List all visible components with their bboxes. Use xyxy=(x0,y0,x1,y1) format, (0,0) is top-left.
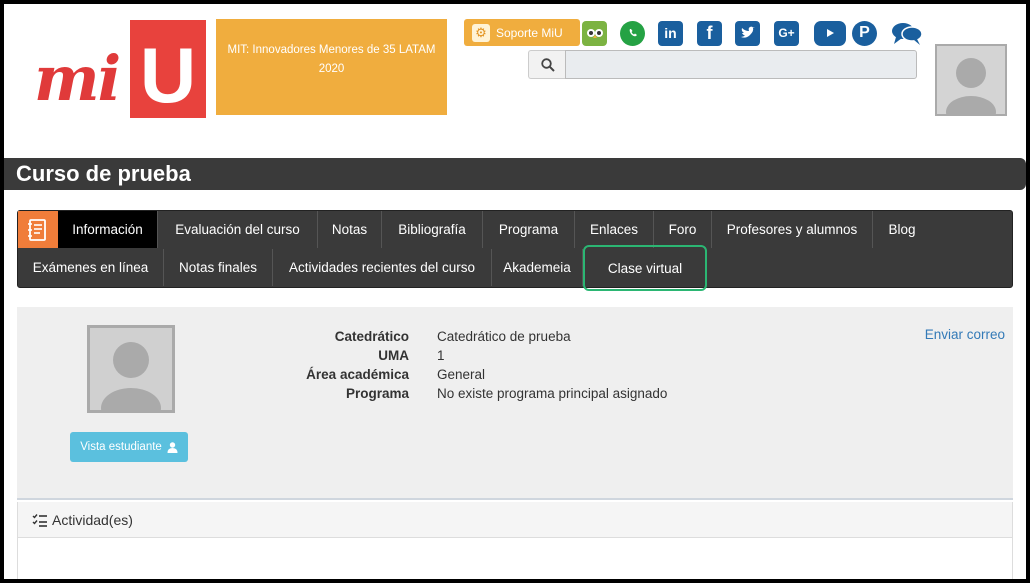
support-button[interactable]: ⚙ Soporte MiU xyxy=(464,19,580,46)
miu-logo[interactable]: mi U xyxy=(30,20,208,120)
logo-u-text: U xyxy=(139,31,197,119)
tab-notas[interactable]: Notas xyxy=(318,211,382,248)
user-avatar[interactable] xyxy=(935,44,1007,128)
info-value: No existe programa principal asignado xyxy=(437,386,668,401)
course-title-bar: Curso de prueba xyxy=(4,158,1026,190)
info-row-programa: Programa No existe programa principal as… xyxy=(287,384,667,403)
tab-akademeia[interactable]: Akademeia xyxy=(492,249,583,286)
browser-viewport: mi U MIT: Innovadores Menores de 35 LATA… xyxy=(4,4,1026,579)
twitter-icon[interactable] xyxy=(735,19,760,47)
course-title: Curso de prueba xyxy=(16,161,191,186)
whatsapp-icon[interactable] xyxy=(620,19,645,47)
tab-profesores-alumnos[interactable]: Profesores y alumnos xyxy=(712,211,873,248)
tab-enlaces[interactable]: Enlaces xyxy=(575,211,654,248)
tab-programa[interactable]: Programa xyxy=(483,211,575,248)
linkedin-icon[interactable]: in xyxy=(658,19,683,47)
notebook-icon[interactable] xyxy=(18,211,58,248)
student-view-button[interactable]: Vista estudiante xyxy=(70,432,188,462)
search-input[interactable] xyxy=(565,50,917,79)
course-nav: Información Evaluación del curso Notas B… xyxy=(17,210,1013,291)
course-info-panel: Vista estudiante Catedrático Catedrático… xyxy=(17,307,1013,500)
tab-clase-virtual[interactable]: Clase virtual xyxy=(583,245,707,291)
google-plus-icon[interactable]: G+ xyxy=(774,19,799,47)
info-row-catedratico: Catedrático Catedrático de prueba xyxy=(287,327,667,346)
info-value: Catedrático de prueba xyxy=(437,329,571,344)
info-label: UMA xyxy=(378,348,409,363)
gear-icon: ⚙ xyxy=(472,23,490,42)
tab-actividades-recientes[interactable]: Actividades recientes del curso xyxy=(273,249,492,286)
chat-icon[interactable] xyxy=(890,19,924,47)
owl-icon[interactable] xyxy=(582,19,607,47)
support-label: Soporte MiU xyxy=(496,25,563,40)
tab-foro[interactable]: Foro xyxy=(654,211,712,248)
activity-panel: Actividad(es) xyxy=(17,502,1013,579)
tab-blog[interactable]: Blog xyxy=(873,211,931,248)
info-label: Catedrático xyxy=(334,329,409,344)
course-info-table: Catedrático Catedrático de prueba UMA 1 … xyxy=(287,327,667,403)
info-row-uma: UMA 1 xyxy=(287,346,667,365)
info-row-area-academica: Área académica General xyxy=(287,365,667,384)
promo-banner[interactable]: MIT: Innovadores Menores de 35 LATAM 202… xyxy=(216,19,447,115)
info-value: 1 xyxy=(437,348,445,363)
activity-header: Actividad(es) xyxy=(18,502,1012,538)
pinterest-icon[interactable]: P xyxy=(852,19,877,47)
tab-evaluacion-curso[interactable]: Evaluación del curso xyxy=(158,211,318,248)
tab-notas-finales[interactable]: Notas finales xyxy=(164,249,273,286)
info-value: General xyxy=(437,367,486,382)
tab-informacion[interactable]: Información xyxy=(58,211,158,248)
facebook-icon[interactable]: f xyxy=(697,19,722,47)
logo-mi-text: mi xyxy=(34,42,121,115)
youtube-icon[interactable] xyxy=(814,19,846,47)
tab-examenes-en-linea[interactable]: Exámenes en línea xyxy=(18,249,164,286)
promo-text: MIT: Innovadores Menores de 35 LATAM 202… xyxy=(227,44,436,75)
send-email-link[interactable]: Enviar correo xyxy=(925,327,1005,342)
teacher-avatar xyxy=(87,325,175,428)
student-view-label: Vista estudiante xyxy=(80,441,162,453)
logo-u-box: U xyxy=(130,20,206,119)
nav-row-2: Exámenes en línea Notas finales Activida… xyxy=(18,245,707,291)
tab-bibliografia[interactable]: Bibliografía xyxy=(382,211,483,248)
search-button[interactable] xyxy=(528,50,566,79)
search-icon xyxy=(540,57,555,72)
info-label: Área académica xyxy=(306,367,409,382)
nav-row-1: Información Evaluación del curso Notas B… xyxy=(18,211,931,248)
task-list-icon xyxy=(32,513,47,527)
info-label: Programa xyxy=(345,386,409,401)
user-icon xyxy=(167,441,178,453)
activity-title: Actividad(es) xyxy=(52,511,133,528)
